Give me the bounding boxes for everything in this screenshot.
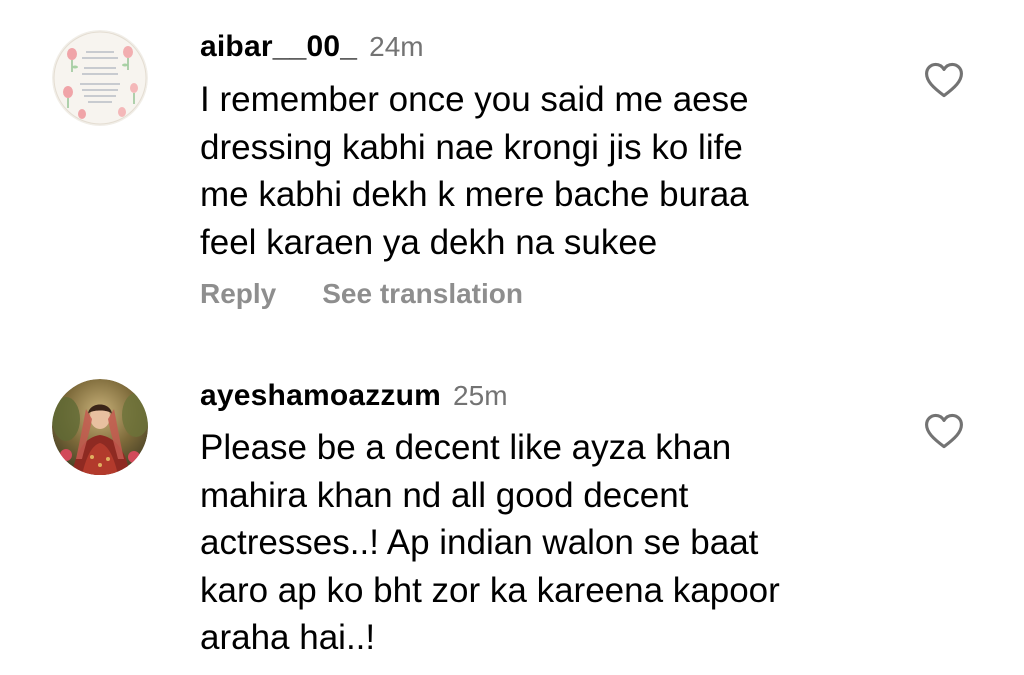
comment-header: ayeshamoazzum 25m bbox=[200, 379, 508, 413]
avatar[interactable] bbox=[52, 30, 148, 126]
comment-header: aibar__00_ 24m bbox=[200, 30, 424, 64]
comment-time: 25m bbox=[453, 380, 508, 411]
floral-text-avatar bbox=[52, 30, 148, 126]
see-translation-button[interactable]: See translation bbox=[322, 278, 523, 310]
comment-time: 24m bbox=[369, 31, 424, 62]
like-button[interactable] bbox=[922, 409, 966, 453]
username[interactable]: aibar__00_ bbox=[200, 30, 357, 64]
avatar[interactable] bbox=[52, 379, 148, 475]
comment-text: I remember once you said me aese dressin… bbox=[200, 80, 749, 262]
comment-text: Please be a decent like ayza khan mahira… bbox=[200, 428, 780, 657]
comment-item: aibar__00_ 24m I remember once you said … bbox=[0, 0, 1024, 350]
like-button[interactable] bbox=[922, 58, 966, 102]
profile-photo-avatar bbox=[52, 379, 148, 475]
reply-button[interactable]: Reply bbox=[200, 278, 276, 310]
comment-item: ayeshamoazzum 25m Please be a decent lik… bbox=[0, 350, 1024, 675]
heart-outline-icon bbox=[925, 62, 963, 98]
comment-actions: Reply See translation bbox=[200, 278, 523, 310]
username[interactable]: ayeshamoazzum bbox=[200, 379, 441, 413]
heart-outline-icon bbox=[925, 413, 963, 449]
